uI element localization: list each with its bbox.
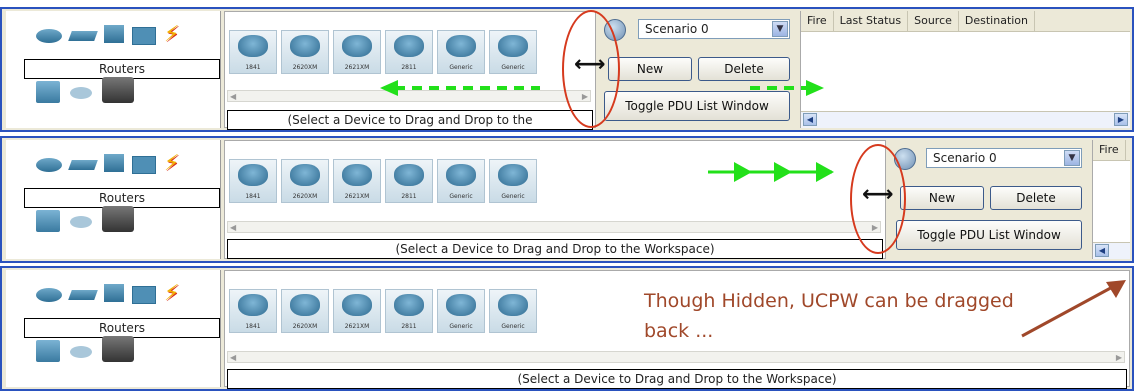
brown-pointer-arrow: [1021, 280, 1126, 338]
annotation-arrows: [380, 80, 1126, 338]
green-arrow-chain: [708, 162, 834, 182]
green-dashed-arrow: [380, 80, 824, 96]
